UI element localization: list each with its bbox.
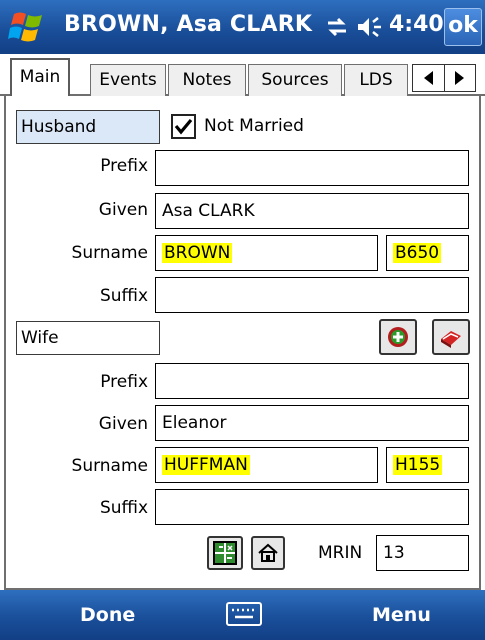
arrow-left-icon — [424, 71, 434, 85]
wife-suffix-input[interactable] — [155, 489, 469, 525]
wife-soundex-field: H155 — [386, 447, 469, 483]
clock[interactable]: 4:40 — [389, 12, 444, 37]
husband-soundex-value: B650 — [393, 243, 442, 263]
book-icon — [441, 331, 461, 348]
tab-events[interactable]: Events — [90, 64, 166, 96]
wife-surname-input[interactable]: HUFFMAN — [155, 447, 378, 483]
title-bar: BROWN, Asa CLARK 4:40 ok — [0, 0, 485, 54]
wife-suffix-label: Suffix — [99, 498, 148, 518]
home-button[interactable] — [251, 536, 285, 570]
house-icon — [258, 543, 278, 562]
add-person-button[interactable] — [379, 319, 417, 355]
husband-suffix-label: Suffix — [99, 286, 148, 306]
mrin-label: MRIN — [318, 543, 363, 563]
tab-scroll-left-button[interactable] — [413, 65, 444, 91]
windows-start-icon[interactable] — [8, 10, 48, 44]
person-book-button[interactable] — [432, 319, 470, 355]
husband-prefix-label: Prefix — [100, 156, 148, 176]
husband-prefix-input[interactable] — [155, 150, 469, 186]
ok-button[interactable]: ok — [444, 8, 482, 46]
add-person-icon — [388, 327, 408, 347]
arrow-right-icon — [454, 71, 464, 85]
tab-lds[interactable]: LDS — [344, 64, 408, 96]
window-title: BROWN, Asa CLARK — [64, 12, 313, 37]
wife-surname-label: Surname — [71, 456, 148, 476]
softkey-bar: Done Menu — [0, 590, 485, 640]
wife-given-label: Given — [98, 414, 148, 434]
connectivity-icon[interactable] — [324, 14, 350, 40]
done-softkey[interactable]: Done — [80, 604, 135, 626]
wife-prefix-label: Prefix — [100, 372, 148, 392]
tab-sources[interactable]: Sources — [248, 64, 342, 96]
husband-suffix-input[interactable] — [155, 277, 469, 313]
husband-given-label: Given — [98, 200, 148, 220]
menu-softkey[interactable]: Menu — [372, 604, 431, 626]
husband-surname-label: Surname — [71, 243, 148, 263]
mrin-input[interactable]: 13 — [376, 535, 469, 571]
tab-scroll-right-button[interactable] — [443, 65, 476, 91]
wife-soundex-value: H155 — [393, 455, 443, 475]
wife-selector[interactable]: Wife — [16, 321, 160, 355]
wife-prefix-input[interactable] — [155, 363, 469, 399]
tab-main[interactable]: Main — [10, 58, 70, 96]
husband-soundex-field: B650 — [386, 235, 469, 271]
husband-surname-value: BROWN — [162, 243, 233, 263]
husband-surname-input[interactable]: BROWN — [155, 235, 378, 271]
wife-given-input[interactable]: Eleanor — [155, 405, 469, 441]
family-group-button[interactable] — [207, 536, 243, 570]
wife-surname-value: HUFFMAN — [162, 455, 250, 475]
volume-icon[interactable] — [356, 14, 384, 40]
family-group-icon — [213, 541, 237, 565]
not-married-checkbox[interactable] — [171, 114, 196, 139]
keyboard-icon[interactable] — [226, 602, 262, 626]
tab-notes[interactable]: Notes — [168, 64, 246, 96]
husband-given-input[interactable]: Asa CLARK — [155, 193, 469, 229]
tab-scroll-arrows — [412, 64, 476, 92]
husband-selector[interactable]: Husband — [16, 110, 160, 144]
not-married-label[interactable]: Not Married — [204, 116, 304, 136]
checkmark-icon — [174, 118, 193, 135]
